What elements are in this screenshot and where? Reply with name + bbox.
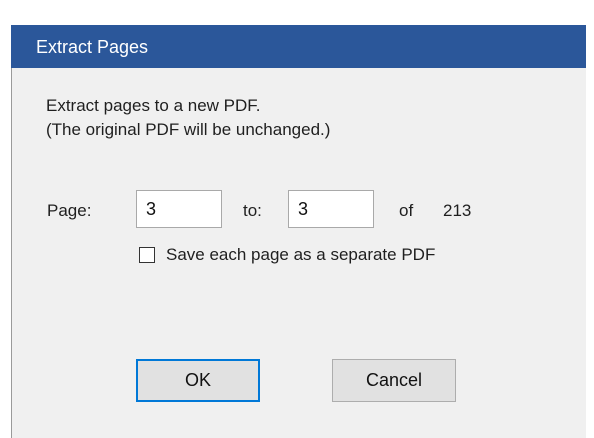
total-pages: 213 — [443, 201, 472, 220]
ok-button[interactable]: OK — [136, 359, 260, 402]
description-line-2: (The original PDF will be unchanged.) — [46, 120, 331, 139]
to-label: to: — [243, 201, 262, 220]
description-line-1: Extract pages to a new PDF. — [46, 96, 261, 115]
left-border — [0, 0, 11, 438]
cancel-button-label: Cancel — [365, 370, 423, 390]
separate-pdf-checkbox[interactable] — [139, 247, 155, 263]
separate-pdf-label[interactable]: Save each page as a separate PDF — [166, 245, 435, 265]
to-page-field[interactable] — [288, 190, 374, 228]
dialog-titlebar[interactable]: Extract Pages — [11, 25, 586, 68]
of-label: of — [399, 201, 414, 220]
dialog-title: Extract Pages — [36, 37, 149, 57]
extract-pages-dialog: Extract Pages Extract pages to a new PDF… — [0, 0, 594, 438]
top-border — [0, 0, 594, 25]
dialog-body: Extract pages to a new PDF. (The origina… — [11, 68, 586, 438]
page-label: Page: — [47, 201, 92, 220]
from-page-field[interactable] — [136, 190, 222, 228]
right-border — [586, 0, 594, 438]
cancel-button[interactable]: Cancel — [332, 359, 456, 402]
ok-button-label: OK — [184, 370, 211, 390]
